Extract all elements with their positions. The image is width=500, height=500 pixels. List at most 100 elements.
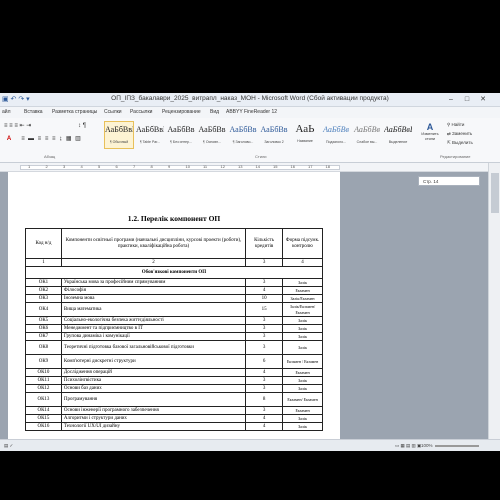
scrollbar-thumb[interactable] [491,173,499,213]
style-no-spacing[interactable]: АаБбВв ¶ Без интер... [166,121,196,149]
row-component: Групова динаміка і комунікації [60,332,247,341]
column-number-row: 1 2 3 4 [25,258,323,267]
change-styles-icon: A [426,122,434,132]
table-row: ОК4 Вища математика 15 Залік/Екзамен/ Екзам… [25,302,323,317]
tab-insert[interactable]: Вставка [24,109,43,115]
row-credits: 4 [245,414,284,423]
row-code: ОК8 [25,340,62,355]
row-component: Основи інженерії програмного забезпеченн… [60,406,247,415]
style-body[interactable]: АаБбВв ¶ Основн... [197,121,227,149]
row-component: Дослідження операцій [60,368,247,377]
tab-references[interactable]: Ссылки [104,109,122,115]
table-row: ОК2 Філософія 4 Екзамен [25,286,323,295]
page-indicator: Стр. 14 [418,176,480,186]
row-component: Менеджмент та підприємництво в IT [60,324,247,333]
row-control: Залік [282,414,323,423]
list-buttons[interactable]: ≡ ≡ ≡ ⇤ ⇥ [4,122,64,130]
styles-group-label: Стили [255,154,267,159]
row-component: Вища математика [60,302,247,317]
style-subtitle[interactable]: АаБбВв Подзаголо... [321,121,351,149]
row-control: Екзамен / Екзамен [282,354,323,369]
row-control: Залік/Екзамен/ Екзамен [282,302,323,317]
row-control: Екзамен [282,368,323,377]
tab-page-layout[interactable]: Разметка страницы [52,109,97,115]
header-code: Код н/д [25,228,62,259]
table-row: ОК7 Групова динаміка і комунікації 3 Залік [25,332,323,341]
style-normal[interactable]: АаБбВвГ ¶ Обычный [104,121,134,149]
select-button[interactable]: ⇱ Выделить [447,140,473,146]
ruler-number: 7 [133,164,136,169]
row-control: Залік [282,376,323,385]
row-credits: 3 [245,340,284,355]
row-credits: 3 [245,406,284,415]
table-row: ОК9 Комп'ютерні дискретні структури 6 Екзам… [25,354,323,369]
row-code: ОК14 [25,406,62,415]
ribbon-tabs: айл Вставка Разметка страницы Ссылки Рас… [0,107,500,118]
style-heading-2[interactable]: АаБбВв Заголовок 2 [259,121,289,149]
ruler-number: 13 [238,164,243,169]
change-styles-button[interactable]: A Изменить стили [416,122,444,141]
row-control: Залік/Екзамен [282,294,323,303]
ruler-number: 1 [28,164,31,169]
style-heading-1[interactable]: АаБбВв ¶ Заголово... [228,121,258,149]
window-title: ОП_ІПЗ_бакалаври_2025_витрапл_наказ_МОН … [111,95,389,102]
zoom-slider[interactable] [435,445,479,447]
font-color-icon[interactable]: A [2,135,16,143]
minimize-button[interactable]: – [445,94,457,105]
row-code: ОК2 [25,286,62,295]
maximize-button[interactable]: □ [461,94,473,105]
row-control: Екзамен [282,406,323,415]
style-table-par[interactable]: АаБбВвГ ¶ Table Par... [135,121,165,149]
ruler-number: 12 [220,164,225,169]
status-bar: ▤ ✓ ▭ ▦ ▤ ▥ ▣ 100% [0,439,500,451]
ruler-number: 14 [255,164,260,169]
ruler-number: 11 [203,164,208,169]
tab-mailings[interactable]: Рассылки [130,109,152,115]
row-credits: 3 [245,332,284,341]
row-credits: 3 [245,316,284,325]
row-code: ОК11 [25,376,62,385]
table-row: ОК15 Алгоритми і структури даних 4 Залік [25,414,323,423]
row-credits: 4 [245,286,284,295]
close-button[interactable]: ✕ [477,94,489,105]
row-code: ОК5 [25,316,62,325]
style-title[interactable]: АаЬ Название [290,121,320,149]
status-page-icon[interactable]: ▤ ✓ [4,443,13,449]
row-credits: 3 [245,278,284,287]
row-code: ОК6 [25,324,62,333]
document-page[interactable]: 1.2. Перелік компонент ОП Код н/д Компон… [8,172,340,439]
replace-button[interactable]: ⇄ Заменить [447,131,472,137]
table-row: ОК8 Теоретичні підготовка базової загальн… [25,340,323,355]
row-component: Програмування [60,392,247,407]
vertical-scrollbar[interactable] [488,163,500,439]
ruler-number: 16 [290,164,295,169]
table-row: ОК10 Дослідження операцій 4 Екзамен [25,368,323,377]
horizontal-ruler[interactable]: 1 2 3 4 5 6 7 8 9 10 11 12 13 14 15 16 17 18 [0,163,488,172]
ruler-number: 17 [308,164,313,169]
style-emphasis[interactable]: АаБбВвГг Выделение [383,121,413,149]
ruler-number: 10 [185,164,190,169]
tab-file[interactable]: айл [2,109,11,115]
tab-view[interactable]: Вид [210,109,219,115]
tab-abbyy[interactable]: ABBYY FineReader 12 [226,109,277,115]
find-button[interactable]: ⚲ Найти [447,122,464,128]
alignment-buttons[interactable]: ▬ ≡ ≡ ≡ ↨ ▦ ▥ [28,135,88,143]
row-code: ОК13 [25,392,62,407]
table-row: ОК5 Соціально-екологічна безпека життєдія… [25,316,323,325]
tab-review[interactable]: Рецензирование [162,109,201,115]
row-control: Залік [282,332,323,341]
row-control: Залік [282,340,323,355]
row-component: Комп'ютерні дискретні структури [60,354,247,369]
style-subtle-emphasis[interactable]: АаБбВв Слабое вы... [352,121,382,149]
header-credits: Кількість кредитів [245,228,284,259]
ruler-number: 3 [63,164,66,169]
row-code: ОК16 [25,422,62,431]
sort-button[interactable]: ↕ ¶ [70,122,94,130]
ruler-number: 15 [273,164,278,169]
zoom-level[interactable]: 100% [421,443,433,448]
word-window: ▣ ↶ ↷ ▾ ОП_ІПЗ_бакалаври_2025_витрапл_на… [0,93,500,451]
section-row: Обов'язкові компоненти ОП [25,266,323,279]
view-buttons[interactable]: ▭ ▦ ▤ ▥ ▣ [395,443,421,449]
row-control: Залік [282,316,323,325]
row-control: Екзамен/ Екзамен [282,392,323,407]
